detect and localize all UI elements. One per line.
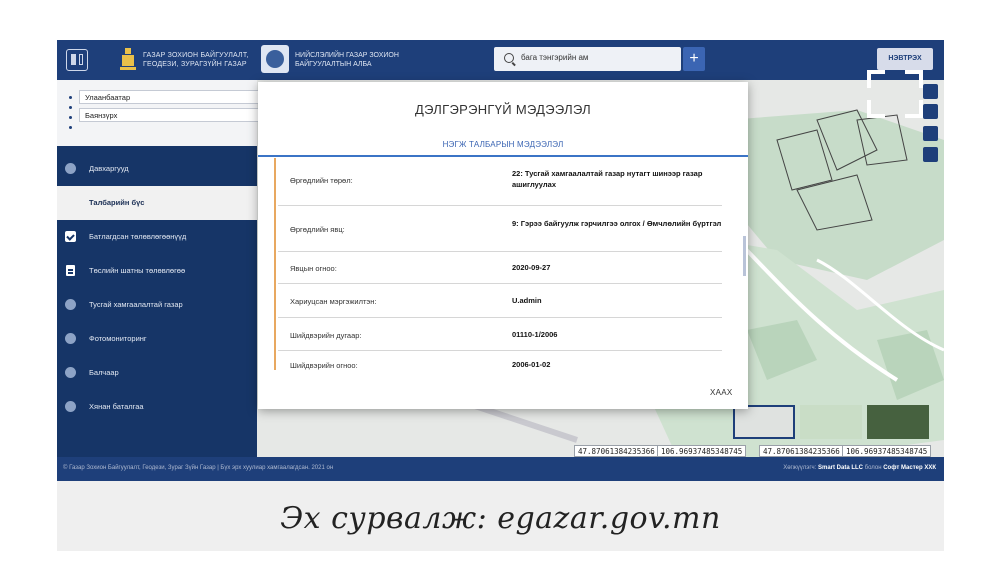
state-emblem-icon [120, 48, 136, 70]
coord-lon-b: 106.96937485348745 [842, 445, 932, 457]
org-name-2: НИЙСЛЭЛИЙН ГАЗАР ЗОХИОН БАЙГУУЛАЛТЫН АЛБ… [295, 52, 399, 68]
copyright-text: © Газар Зохион Байгуулалт, Геодези, Зура… [63, 465, 334, 471]
checkbox-icon [65, 231, 76, 242]
detail-row: Шийдвэрийн огноо: 2006-01-02 [290, 360, 551, 370]
search-icon [504, 53, 514, 63]
sidebar-item-photo-monitoring[interactable]: Фотомониторинг [57, 322, 257, 356]
login-button[interactable]: НЭВТРЭХ [877, 48, 933, 70]
extent-control-icon[interactable] [923, 104, 938, 119]
zoom-out-icon[interactable] [923, 147, 938, 162]
detail-row: Өргөдлийн төрөл: 22: Тусгай хамгаалалтай… [278, 158, 722, 206]
detail-row: Явцын огноо: 2020-09-27 [278, 252, 722, 284]
sidebar-item-review[interactable]: Хянан баталгаа [57, 390, 257, 424]
document-icon [66, 265, 75, 276]
footer: © Газар Зохион Байгуулалт, Геодези, Зура… [57, 457, 944, 481]
detail-row: Хариуцсан мэргэжилтэн: U.admin [278, 284, 722, 318]
sidebar-item-protected-area[interactable]: Тусгай хамгаалалтай газар [57, 288, 257, 322]
developer-credit: Хөгжүүлэгч: Smart Data LLC болон Софт Ма… [783, 465, 936, 471]
layers-icon [65, 333, 76, 344]
detail-row: Өргөдлийн явц: 9: Гэрээ байгуулж гэрчилг… [278, 206, 722, 252]
zoom-in-icon[interactable] [923, 126, 938, 141]
layers-icon [65, 367, 76, 378]
layers-icon [65, 163, 76, 174]
search-value: бага тэнгэрийн ам [521, 53, 589, 62]
coord-lat-b: 47.87061384235366 [759, 445, 844, 457]
layers-icon [65, 401, 76, 412]
city-seal-icon [261, 45, 289, 73]
layers-icon [65, 299, 76, 310]
source-caption: Эх сурвалж: egazar.gov.mn [57, 481, 944, 551]
sidebar-item-balchaar[interactable]: Балчаар [57, 356, 257, 390]
route-dots-icon [69, 96, 73, 136]
app-frame: ГАЗАР ЗОХИОН БАЙГУУЛАЛТ, ГЕОДЕЗИ, ЗУРАГЗ… [57, 40, 944, 551]
sidebar-toggle-icon[interactable] [66, 49, 88, 71]
coord-lat-a: 47.87061384235366 [574, 445, 659, 457]
sidebar-item-approved-plans[interactable]: Батлагдсан төлөвлөгөөнүүд [57, 220, 257, 254]
dialog-scrollbar[interactable] [743, 236, 746, 276]
close-button[interactable]: ХААХ [710, 388, 733, 397]
detail-row: Шийдвэрийн дугаар: 01110-1/2006 [278, 318, 722, 351]
dialog-title: ДЭЛГЭРЭНГҮЙ МЭДЭЭЛЭЛ [414, 102, 592, 117]
sidebar-item-draft-plans[interactable]: Төслийн шатны төлөвлөгөө [57, 254, 257, 288]
details-list: Өргөдлийн төрөл: 22: Тусгай хамгаалалтай… [274, 158, 722, 370]
sidebar-item-zone[interactable]: Талбарийн бүс [57, 186, 257, 220]
search-input[interactable]: бага тэнгэрийн ам [494, 47, 681, 71]
details-dialog: ДЭЛГЭРЭНГҮЙ МЭДЭЭЛЭЛ НЭГЖ ТАЛБАРЫН МЭДЭЭ… [258, 82, 748, 409]
basemap-thumb-terrain[interactable] [800, 405, 862, 439]
top-bar: ГАЗАР ЗОХИОН БАЙГУУЛАЛТ, ГЕОДЕЗИ, ЗУРАГЗ… [57, 40, 944, 80]
layers-control-icon[interactable] [923, 84, 938, 99]
tab-underline [258, 155, 748, 157]
basemap-thumb-satellite[interactable] [867, 405, 929, 439]
fullscreen-icon[interactable] [867, 70, 923, 118]
basemap-thumb-streets[interactable] [733, 405, 795, 439]
tab-parcel-info[interactable]: НЭГЖ ТАЛБАРЫН МЭДЭЭЛЭЛ [258, 140, 748, 149]
coord-lon-a: 106.96937485348745 [657, 445, 747, 457]
sidebar-item-layers[interactable]: Давхаргууд [57, 152, 257, 186]
org-name-1: ГАЗАР ЗОХИОН БАЙГУУЛАЛТ, ГЕОДЕЗИ, ЗУРАГЗ… [143, 52, 249, 68]
add-button[interactable]: + [683, 47, 705, 71]
